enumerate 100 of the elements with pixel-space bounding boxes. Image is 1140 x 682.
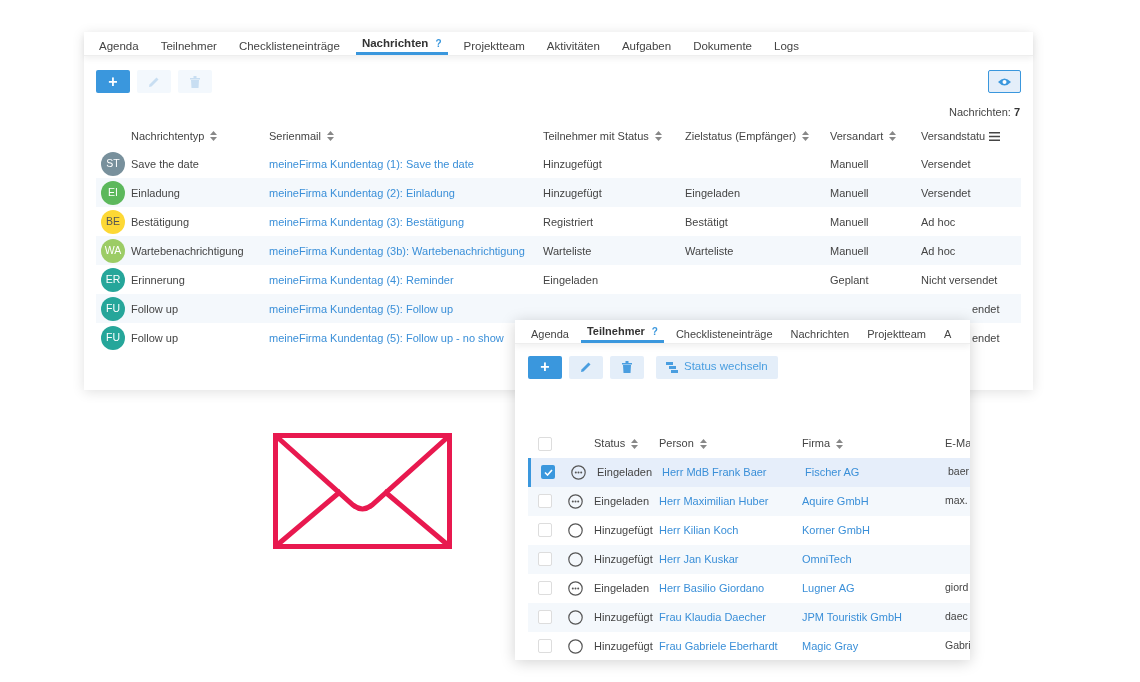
tab[interactable]: Teilnehmer (154, 38, 223, 56)
help-icon[interactable]: ? (435, 36, 442, 52)
table-cell: Eingeladen (543, 273, 599, 286)
mail-link[interactable]: meineFirma Kundentag (3): Bestätigung (269, 215, 465, 228)
table-cell: Eingeladen (594, 494, 650, 507)
sort-icon[interactable] (654, 131, 662, 142)
column-header[interactable]: Firma (802, 435, 831, 452)
table-cell: daec (945, 610, 968, 623)
row-checkbox[interactable] (538, 639, 552, 653)
row-checkbox[interactable] (538, 581, 552, 595)
sort-icon[interactable] (889, 131, 897, 142)
menu-icon[interactable] (989, 131, 1000, 141)
status-button[interactable]: Status wechseln (656, 355, 778, 379)
table-cell: Eingeladen (594, 581, 650, 594)
mail-link[interactable]: meineFirma Kundentag (1): Save the date (269, 157, 474, 170)
row-checkbox[interactable] (538, 523, 552, 537)
column-header[interactable]: Zielstatus (Empfänger) (685, 128, 797, 145)
avatar: EI (101, 180, 125, 205)
tab[interactable]: Nachrichten (784, 326, 856, 343)
tab[interactable]: Logs (768, 38, 805, 56)
pencil-icon (580, 361, 592, 373)
avatar: WA (101, 238, 125, 263)
mail-link[interactable]: meineFirma Kundentag (4): Reminder (269, 273, 454, 286)
sort-icon[interactable] (326, 131, 334, 142)
dots-circle-icon (568, 580, 583, 596)
column-header[interactable]: Person (659, 435, 694, 452)
person-link[interactable]: Herr Jan Kuskar (659, 552, 739, 565)
row-checkbox[interactable] (541, 465, 555, 479)
dots-circle-icon (568, 493, 583, 509)
person-link[interactable]: Herr Basilio Giordano (659, 581, 765, 594)
table-cell: endet (972, 331, 1000, 344)
table-cell: Eingeladen (685, 186, 741, 199)
sort-icon[interactable] (631, 438, 639, 449)
add-button[interactable]: + (528, 355, 562, 379)
select-all-checkbox[interactable] (538, 436, 552, 451)
person-link[interactable]: Frau Klaudia Daecher (659, 610, 766, 623)
company-link[interactable]: OmniTech (802, 552, 852, 565)
column-header[interactable]: Serienmail (269, 128, 321, 145)
tab[interactable]: Teilnehmer ? (580, 320, 664, 343)
column-header[interactable]: Versandstatu (921, 128, 986, 145)
pencil-icon (148, 75, 160, 88)
company-link[interactable]: Aquire GmbH (802, 494, 869, 507)
table-cell: Wartebenachrichtigung (131, 244, 244, 257)
tab[interactable]: Projektteam (457, 38, 531, 56)
steps-icon (666, 361, 678, 373)
table-cell: Einladung (131, 186, 180, 199)
tab[interactable]: Checklisteneinträge (232, 38, 346, 56)
table-cell: Hinzugefügt (594, 523, 653, 536)
tab[interactable]: Projektteam (861, 326, 932, 343)
person-link[interactable]: Herr Kilian Koch (659, 523, 739, 536)
row-checkbox[interactable] (538, 610, 552, 624)
mail-link[interactable]: meineFirma Kundentag (5): Follow up (269, 302, 454, 315)
tab[interactable]: Dokumente (687, 38, 758, 56)
table-cell: Registriert (543, 215, 594, 228)
row-checkbox[interactable] (538, 552, 552, 566)
mail-link[interactable]: meineFirma Kundentag (5): Follow up - no show (269, 331, 504, 344)
view-button[interactable] (988, 70, 1021, 94)
table-cell: Hinzugefügt (594, 639, 653, 652)
tab[interactable]: Agenda (525, 326, 575, 343)
person-link[interactable]: Herr Maximilian Huber (659, 494, 769, 507)
row-checkbox[interactable] (538, 494, 552, 508)
company-link[interactable]: Lugner AG (802, 581, 855, 594)
company-link[interactable]: Korner GmbH (802, 523, 870, 536)
tab[interactable]: Aktivitäten (540, 38, 606, 56)
sort-icon[interactable] (836, 438, 844, 449)
avatar: BE (101, 209, 125, 234)
mail-link[interactable]: meineFirma Kundentag (3b): Wartebenachrichtigung (269, 244, 525, 257)
help-icon[interactable]: ? (651, 323, 658, 339)
edit-button[interactable] (569, 355, 603, 379)
sort-icon[interactable] (802, 131, 810, 142)
person-link[interactable]: Herr MdB Frank Baer (662, 465, 767, 478)
company-link[interactable]: Magic Gray (802, 639, 859, 652)
delete-button[interactable] (610, 355, 644, 379)
table-cell: Hinzugefügt (594, 610, 653, 623)
eye-icon (998, 77, 1011, 86)
person-link[interactable]: Frau Gabriele Eberhardt (659, 639, 778, 652)
tab[interactable]: Nachrichten ? (355, 32, 448, 56)
tab[interactable]: Aufgaben (615, 38, 678, 56)
table-cell: Gabri (945, 639, 970, 652)
mail-link[interactable]: meineFirma Kundentag (2): Einladung (269, 186, 455, 199)
column-header[interactable]: Versandart (830, 128, 884, 145)
table-cell: Manuell (830, 244, 869, 257)
column-header[interactable]: Status (594, 435, 626, 452)
tab[interactable]: A (937, 326, 958, 343)
tab[interactable]: Checklisteneinträge (669, 326, 779, 343)
table-cell: endet (972, 302, 1000, 315)
table-cell: giord (945, 581, 969, 594)
column-header[interactable]: Teilnehmer mit Status (543, 128, 649, 145)
circle-icon (568, 638, 583, 654)
sort-icon[interactable] (210, 131, 218, 142)
table-cell: Hinzugefügt (543, 186, 602, 199)
company-link[interactable]: JPM Touristik GmbH (802, 610, 903, 623)
company-link[interactable]: Fischer AG (805, 465, 860, 478)
add-button[interactable]: + (96, 70, 130, 94)
column-header[interactable]: Nachrichtentyp (131, 128, 205, 145)
tab[interactable]: Agenda (93, 38, 145, 56)
table-cell: Versendet (921, 186, 971, 199)
sort-icon[interactable] (699, 438, 707, 449)
avatar: ER (101, 267, 125, 292)
table-cell: Follow up (131, 331, 179, 344)
